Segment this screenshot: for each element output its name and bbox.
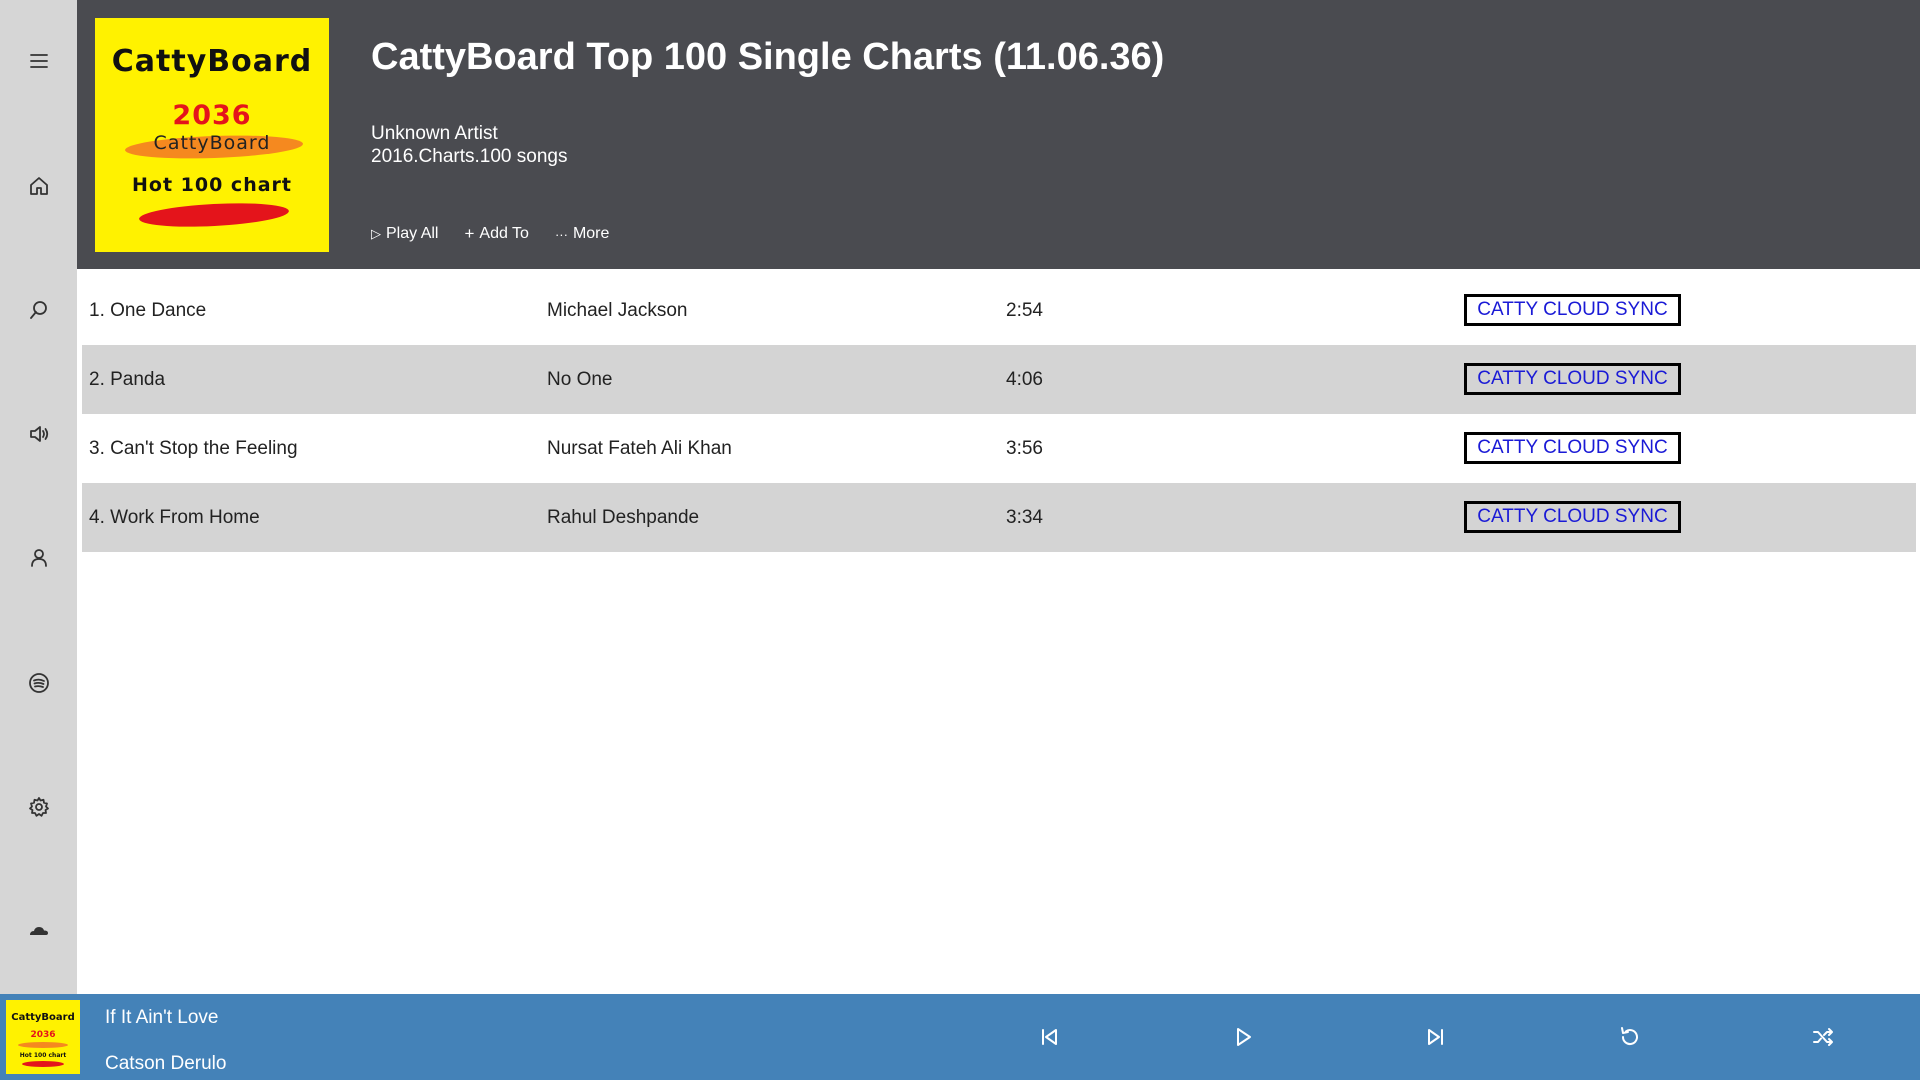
mini-cover-brush-stroke bbox=[18, 1042, 68, 1048]
add-to-button[interactable]: + Add To bbox=[464, 224, 528, 244]
track-row[interactable]: 1. One Dance Michael Jackson 2:54 CATTY … bbox=[82, 276, 1916, 345]
track-title: 3. Can't Stop the Feeling bbox=[89, 437, 298, 459]
previous-button[interactable] bbox=[1032, 1020, 1066, 1054]
track-duration: 2:54 bbox=[1006, 299, 1043, 321]
play-button[interactable] bbox=[1226, 1020, 1260, 1054]
ellipsis-icon: ··· bbox=[554, 226, 568, 242]
playlist-meta: 2016.Charts.100 songs bbox=[371, 146, 568, 167]
gear-icon[interactable] bbox=[22, 790, 56, 824]
spotify-icon[interactable] bbox=[22, 666, 56, 700]
track-artist: Rahul Deshpande bbox=[547, 506, 700, 528]
more-label: More bbox=[572, 225, 610, 242]
track-list: 1. One Dance Michael Jackson 2:54 CATTY … bbox=[82, 276, 1916, 552]
now-playing-artist: Catson Derulo bbox=[105, 1053, 227, 1074]
track-row[interactable]: 4. Work From Home Rahul Deshpande 3:34 C… bbox=[82, 483, 1916, 552]
add-to-label: Add To bbox=[479, 225, 529, 242]
playlist-artist: Unknown Artist bbox=[371, 123, 498, 144]
track-duration: 3:56 bbox=[1006, 437, 1043, 459]
track-title: 1. One Dance bbox=[89, 299, 207, 321]
track-title: 2. Panda bbox=[89, 368, 166, 390]
shuffle-icon bbox=[1813, 1028, 1833, 1046]
mini-cover-title: CattyBoard bbox=[11, 1012, 75, 1023]
track-row[interactable]: 3. Can't Stop the Feeling Nursat Fateh A… bbox=[82, 414, 1916, 483]
search-icon[interactable] bbox=[22, 293, 56, 327]
cloud-sync-button[interactable]: CATTY CLOUD SYNC bbox=[1464, 363, 1681, 395]
sidebar bbox=[0, 0, 77, 994]
volume-icon[interactable] bbox=[22, 417, 56, 451]
next-icon bbox=[1428, 1029, 1443, 1045]
playlist-header: CattyBoard 2036 CattyBoard Hot 100 chart… bbox=[77, 0, 1920, 269]
track-artist: Michael Jackson bbox=[547, 299, 688, 321]
user-icon[interactable] bbox=[22, 541, 56, 575]
cover-chart-label: Hot 100 chart bbox=[132, 174, 292, 196]
page-title: CattyBoard Top 100 Single Charts (11.06.… bbox=[371, 36, 1165, 78]
play-icon: ▷ bbox=[371, 226, 381, 241]
previous-icon bbox=[1042, 1029, 1057, 1045]
cloud-sync-button[interactable]: CATTY CLOUD SYNC bbox=[1464, 294, 1681, 326]
next-button[interactable] bbox=[1419, 1020, 1453, 1054]
more-button[interactable]: ··· More bbox=[555, 224, 609, 244]
cover-brush-stroke bbox=[138, 200, 290, 230]
menu-icon[interactable] bbox=[22, 44, 56, 78]
mini-cover-chart-label: Hot 100 chart bbox=[19, 1052, 67, 1059]
mini-cover-year: 2036 bbox=[30, 1030, 56, 1040]
shuffle-button[interactable] bbox=[1806, 1020, 1840, 1054]
cloud-sync-button[interactable]: CATTY CLOUD SYNC bbox=[1464, 432, 1681, 464]
home-icon[interactable] bbox=[22, 169, 56, 203]
track-artist: Nursat Fateh Ali Khan bbox=[547, 437, 732, 459]
mini-cover-brush-stroke bbox=[22, 1061, 64, 1067]
cover-year: 2036 bbox=[172, 100, 252, 131]
track-duration: 3:34 bbox=[1006, 506, 1043, 528]
cloud-sync-button[interactable]: CATTY CLOUD SYNC bbox=[1464, 501, 1681, 533]
repeat-button[interactable] bbox=[1613, 1020, 1647, 1054]
track-artist: No One bbox=[547, 368, 613, 390]
track-title: 4. Work From Home bbox=[89, 506, 260, 528]
play-all-label: Play All bbox=[386, 225, 439, 242]
now-playing-cover[interactable]: CattyBoard 2036 Hot 100 chart bbox=[6, 1000, 80, 1074]
track-duration: 4:06 bbox=[1006, 368, 1043, 390]
track-row[interactable]: 2. Panda No One 4:06 CATTY CLOUD SYNC bbox=[82, 345, 1916, 414]
now-playing-title: If It Ain't Love bbox=[105, 1007, 219, 1028]
cloud-icon[interactable] bbox=[22, 914, 56, 948]
plus-icon: + bbox=[464, 224, 475, 243]
cover-subtitle: CattyBoard bbox=[153, 132, 271, 154]
cover-title: CattyBoard bbox=[111, 44, 313, 79]
album-cover: CattyBoard 2036 CattyBoard Hot 100 chart bbox=[95, 18, 329, 252]
play-all-button[interactable]: ▷ Play All bbox=[371, 224, 438, 244]
play-icon bbox=[1237, 1028, 1251, 1046]
repeat-icon bbox=[1621, 1027, 1638, 1046]
playlist-actions: ▷ Play All + Add To ··· More bbox=[371, 224, 609, 244]
